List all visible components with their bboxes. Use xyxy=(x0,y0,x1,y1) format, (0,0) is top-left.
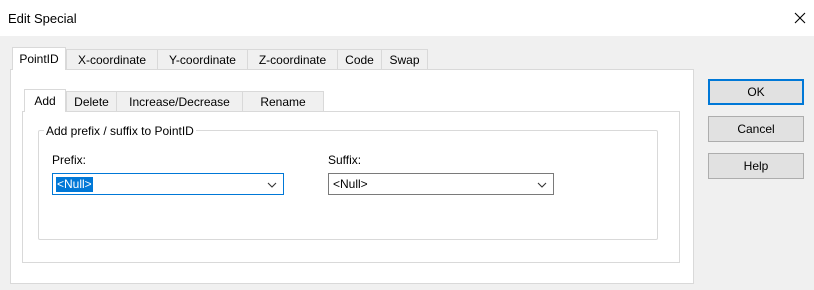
tab-label: Rename xyxy=(260,94,306,109)
tab-label: Delete xyxy=(74,94,109,109)
tab-add[interactable]: Add xyxy=(24,89,66,112)
tab-label: PointID xyxy=(19,52,59,66)
prefix-combobox[interactable]: <Null> xyxy=(52,173,284,195)
tab-swap[interactable]: Swap xyxy=(381,49,428,69)
chevron-down-icon xyxy=(267,182,277,188)
help-button-label: Help xyxy=(743,159,769,173)
chevron-down-icon xyxy=(537,182,547,188)
help-button[interactable]: Help xyxy=(708,153,804,179)
suffix-value: <Null> xyxy=(333,177,368,191)
tab-delete[interactable]: Delete xyxy=(66,91,117,111)
tab-label: Swap xyxy=(389,52,420,67)
tab-increase-decrease[interactable]: Increase/Decrease xyxy=(116,91,243,111)
suffix-combobox[interactable]: <Null> xyxy=(328,173,554,195)
dialog-client-area: PointID X-coordinate Y-coordinate Z-coor… xyxy=(0,36,814,290)
window-title: Edit Special xyxy=(8,11,77,26)
tab-pointid[interactable]: PointID xyxy=(12,47,66,70)
suffix-label: Suffix: xyxy=(328,153,362,167)
prefix-label: Prefix: xyxy=(52,153,87,167)
tab-x-coordinate[interactable]: X-coordinate xyxy=(66,49,158,69)
tab-z-coordinate[interactable]: Z-coordinate xyxy=(247,49,338,69)
group-title: Add prefix / suffix to PointID xyxy=(44,124,196,138)
tab-y-coordinate[interactable]: Y-coordinate xyxy=(157,49,248,69)
tab-label: Add xyxy=(34,94,56,108)
tab-label: Z-coordinate xyxy=(258,52,327,67)
tab-code[interactable]: Code xyxy=(337,49,382,69)
tab-label: Code xyxy=(345,52,374,67)
tab-label: X-coordinate xyxy=(77,52,147,67)
prefix-value: <Null> xyxy=(56,177,93,192)
ok-button-label: OK xyxy=(747,85,765,99)
tab-label: Increase/Decrease xyxy=(129,94,230,109)
close-icon xyxy=(794,12,806,24)
close-button[interactable] xyxy=(786,4,814,32)
tab-rename[interactable]: Rename xyxy=(242,91,324,111)
tab-label: Y-coordinate xyxy=(169,52,236,67)
title-bar: Edit Special xyxy=(0,0,814,36)
cancel-button[interactable]: Cancel xyxy=(708,116,804,142)
ok-button[interactable]: OK xyxy=(708,79,804,105)
cancel-button-label: Cancel xyxy=(737,122,775,136)
